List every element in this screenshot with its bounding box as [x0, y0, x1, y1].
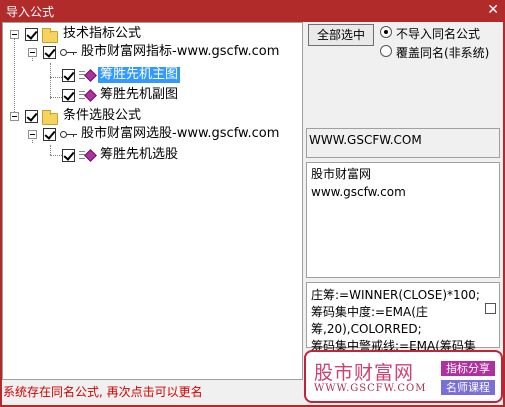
radio-label-skip[interactable]: 不导入同名公式 [396, 25, 480, 42]
logo-tag-indicators: 指标分享 [441, 361, 495, 376]
site-logo-watermark: 股市财富网 WWW.GSCFW.COM 指标分享 名师课程 [304, 350, 503, 403]
formula-diamond-icon [84, 89, 97, 102]
logo-name: 股市财富网 [314, 362, 415, 384]
logo-tag-courses: 名师课程 [441, 380, 495, 395]
tree-connector [50, 63, 51, 99]
collapse-icon[interactable] [28, 130, 37, 139]
radio-label-overwrite[interactable]: 覆盖同名(非系统) [396, 44, 489, 61]
item-checkbox[interactable] [62, 69, 75, 82]
collapse-icon[interactable] [10, 112, 19, 121]
key-icon [60, 47, 78, 57]
tree-connector [50, 145, 51, 155]
radio-skip-duplicates[interactable] [380, 26, 392, 38]
tree-item-sub-chart[interactable]: 筹胜先机副图 [98, 87, 180, 103]
tree-item-screening[interactable]: 筹胜先机选股 [98, 147, 180, 163]
formula-code-box[interactable]: 庄筹:=WINNER(CLOSE)*100; 筹码集中度:=EMA(庄 筹,20… [306, 282, 500, 353]
url-box: WWW.GSCFW.COM [306, 128, 500, 158]
description-line: 股市财富网 [311, 167, 372, 181]
radio-overwrite[interactable] [380, 45, 392, 57]
group-checkbox[interactable] [25, 28, 38, 41]
tree-item-main-chart[interactable]: 筹胜先机主图 [98, 67, 181, 83]
option-checkbox[interactable] [485, 303, 496, 314]
logo-url: WWW.GSCFW.COM [314, 383, 427, 394]
group-label-screening[interactable]: 条件选股公式 [61, 108, 143, 124]
title-bar: 导入公式 ✕ [0, 0, 505, 22]
description-box[interactable]: 股市财富网 www.gscfw.com [306, 162, 500, 278]
formula-tree[interactable]: 技术指标公式 股市财富网指标-www.gscfw.com 筹胜先机主图 筹胜先机… [2, 22, 303, 380]
formula-diamond-icon [84, 69, 97, 82]
code-line: 庄筹:=WINNER(CLOSE)*100; [311, 288, 480, 302]
code-line: 筹,20),COLORRED; [311, 322, 422, 336]
tree-connector [14, 38, 15, 120]
select-all-button[interactable]: 全部选中 [308, 24, 374, 46]
tree-connector [50, 97, 62, 98]
site-checkbox[interactable] [43, 128, 56, 141]
folder-icon [42, 28, 58, 43]
code-line: 筹码集中度:=EMA(庄 [311, 305, 428, 319]
tree-connector [50, 155, 62, 156]
site-label-screening[interactable]: 股市财富网选股-www.gscfw.com [79, 126, 281, 142]
group-checkbox[interactable] [25, 110, 38, 123]
site-label-indicators[interactable]: 股市财富网指标-www.gscfw.com [79, 44, 281, 60]
close-icon[interactable]: ✕ [487, 2, 499, 18]
folder-icon [42, 110, 58, 125]
item-checkbox[interactable] [62, 89, 75, 102]
key-icon [60, 129, 78, 139]
group-label-indicators[interactable]: 技术指标公式 [61, 26, 143, 42]
formula-diamond-icon [84, 149, 97, 162]
site-checkbox[interactable] [43, 46, 56, 59]
status-message: 系统存在同名公式, 再次点击可以更名 [3, 385, 203, 399]
item-checkbox[interactable] [62, 149, 75, 162]
collapse-icon[interactable] [10, 30, 19, 39]
url-text: WWW.GSCFW.COM [309, 133, 422, 147]
description-line: www.gscfw.com [311, 185, 406, 199]
window-title: 导入公式 [6, 5, 55, 19]
tree-connector [50, 77, 62, 78]
collapse-icon[interactable] [28, 48, 37, 57]
